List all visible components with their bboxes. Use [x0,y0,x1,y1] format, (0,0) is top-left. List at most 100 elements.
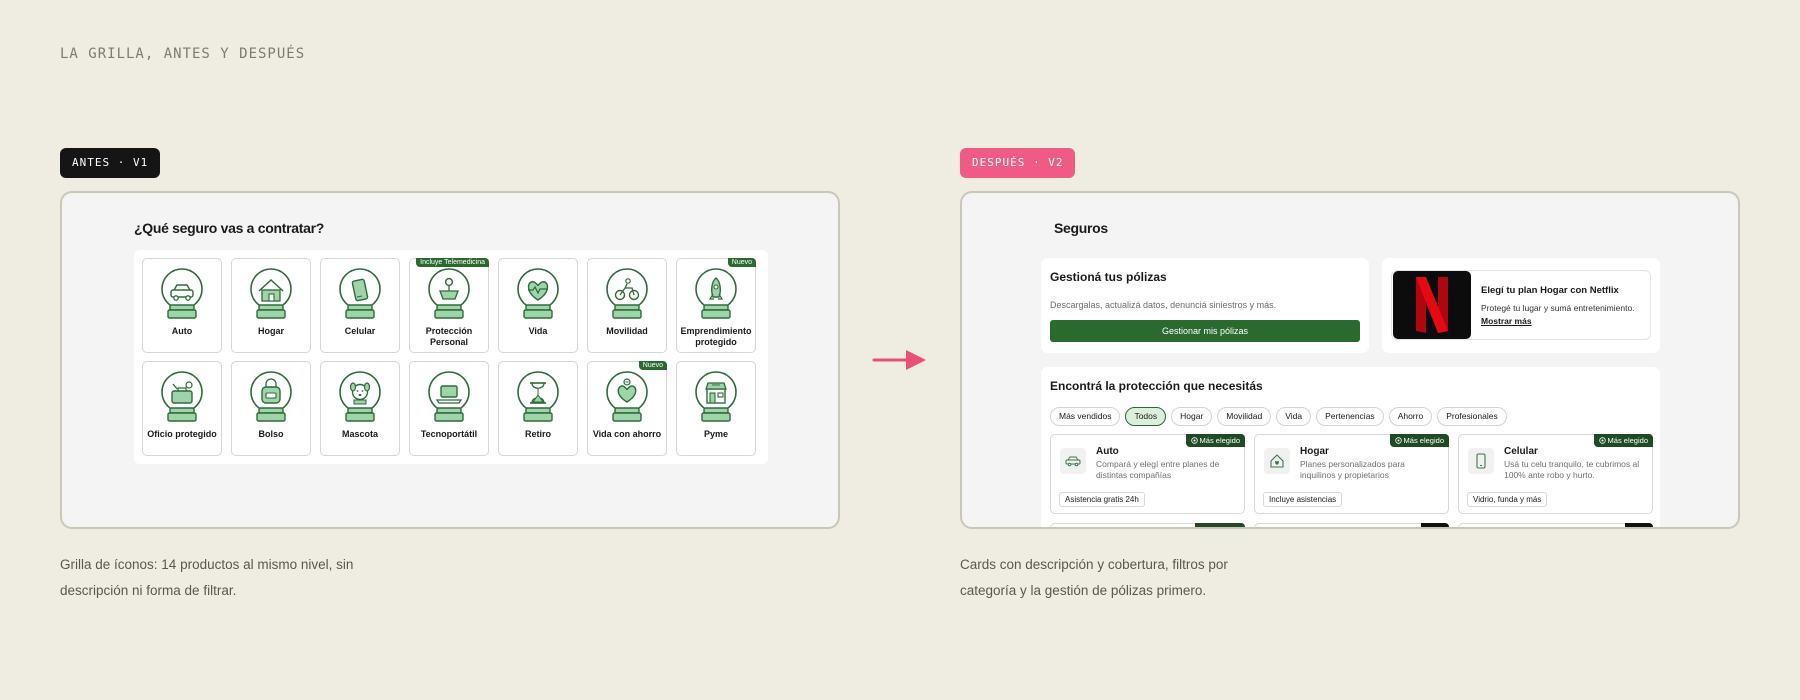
v1-product-card[interactable]: Protección Personal Incluye Telemedicina [409,258,489,353]
v1-product-card[interactable]: Oficio protegido [142,361,222,456]
after-caption-line-1: Cards con descripción y cobertura, filtr… [960,557,1228,572]
v1-product-card[interactable]: Vida [498,258,578,353]
filter-chip[interactable]: Todos [1125,407,1167,426]
house-heart-icon [1270,454,1284,468]
product-search-panel: Encontrá la protección que necesitás Más… [1041,367,1660,527]
most-chosen-badge: Más elegido [1389,434,1449,447]
filter-chip[interactable]: Vida [1276,407,1312,426]
v2-page-title: Seguros [1054,220,1108,236]
v1-product-card[interactable]: Auto [142,258,222,353]
coverage-tag: Vidrio, funda y más [1467,492,1548,507]
v1-product-grid: Auto Hogar Celular Protección Personal In… [134,250,768,464]
filter-chip[interactable]: Pertenencias [1316,407,1384,426]
v1-product-label: Celular [344,326,376,336]
netflix-logo [1393,271,1471,339]
filter-chip[interactable]: Movilidad [1217,407,1272,426]
policies-panel: Gestioná tus pólizas Descargalas, actual… [1041,258,1369,353]
product-cards: Más elegido Auto Compará y elegí entre p… [1050,434,1653,514]
product-cards-next-row [1050,523,1653,527]
coverage-tag: Incluye asistencias [1263,492,1343,507]
v1-product-label: Movilidad [606,326,648,336]
v1-product-badge: Incluye Telemedicina [416,258,489,267]
product-card-partial[interactable] [1254,523,1449,527]
v1-product-badge: Nuevo [727,258,756,267]
house-icon [250,268,292,319]
v1-product-label: Auto [171,326,193,336]
after-caption: Cards con descripción y cobertura, filtr… [960,552,1320,604]
bicycle-icon [606,268,648,319]
v1-product-card[interactable]: Hogar [231,258,311,353]
most-chosen-badge-label: Más elegido [1403,436,1444,445]
policies-title: Gestioná tus pólizas [1050,270,1167,284]
netflix-promo-panel: Elegí tu plan Hogar con Netflix Protegé … [1382,258,1660,353]
v1-product-label: Protección Personal [425,326,473,347]
product-card[interactable]: Más elegido Hogar Planes personalizados … [1254,434,1449,514]
most-chosen-badge: Más elegido [1185,434,1245,447]
hourglass-icon [517,371,559,422]
v1-product-label: Hogar [257,326,284,336]
product-name: Auto [1096,446,1119,457]
before-caption-line-1: Grilla de íconos: 14 productos al mismo … [60,557,354,572]
car-icon [161,268,203,319]
v1-product-card[interactable]: Pyme [676,361,756,456]
filter-chip[interactable]: Profesionales [1437,407,1507,426]
most-chosen-badge-label: Más elegido [1199,436,1240,445]
bag-icon [250,371,292,422]
before-screenshot-frame: ¿Qué seguro vas a contratar? Auto Hogar … [60,191,840,529]
heart-icon [517,268,559,319]
v1-product-card[interactable]: Tecnoportátil [409,361,489,456]
star-circle-icon [1190,437,1198,444]
v1-product-card[interactable]: Celular [320,258,400,353]
rocket-icon [695,268,737,319]
after-tag: DESPUÉS · V2 [960,148,1076,178]
product-icon-box [1060,448,1086,474]
star-circle-icon [1598,437,1606,444]
after-caption-line-2: categoría y la gestión de pólizas primer… [960,583,1207,598]
product-card[interactable]: Más elegido Celular Usá tu celu tranquil… [1458,434,1653,514]
v1-product-card[interactable]: Retiro [498,361,578,456]
filter-chip[interactable]: Ahorro [1388,407,1433,426]
phone-icon [1476,453,1486,469]
arrow-right-icon [872,350,926,370]
most-chosen-badge-label: Más elegido [1607,436,1648,445]
v1-page-title: ¿Qué seguro vas a contratar? [134,220,324,236]
product-description: Compará y elegí entre planes de distinta… [1096,459,1220,480]
v1-product-card[interactable]: Bolso [231,361,311,456]
product-description: Usá tu celu tranquilo, te cubrimos al 10… [1504,459,1640,480]
filter-chip[interactable]: Hogar [1171,407,1213,426]
product-icon-box [1468,448,1494,474]
laptop-icon [428,371,470,422]
promo-show-more-link[interactable]: Mostrar más [1481,316,1635,326]
product-description: Planes personalizados para inquilinos y … [1300,459,1405,480]
v1-product-label: Retiro [524,429,551,439]
pet-icon [339,371,381,422]
netflix-n-icon [1416,277,1448,333]
product-card-partial[interactable] [1458,523,1653,527]
person-icon [428,268,470,319]
v1-product-label: Bolso [258,429,284,439]
v1-product-card[interactable]: Mascota [320,361,400,456]
savings-heart-icon [606,371,648,422]
search-section-title: Encontrá la protección que necesitás [1050,379,1263,393]
filter-chip[interactable]: Más vendidos [1050,407,1121,426]
before-caption-line-2: descripción ni forma de filtrar. [60,583,237,598]
v1-product-badge: Nuevo [638,361,667,370]
v1-product-label: Pyme [703,429,729,439]
v1-product-label: Vida [528,326,548,336]
before-caption: Grilla de íconos: 14 productos al mismo … [60,552,420,604]
v1-product-card[interactable]: Emprendimiento protegido Nuevo [676,258,756,353]
before-tag: ANTES · V1 [60,148,161,178]
v1-product-label: Emprendimiento protegido [680,326,752,347]
product-icon-box [1264,448,1290,474]
phone-icon [339,268,381,319]
v1-product-label: Vida con ahorro [592,429,662,439]
netflix-promo-card[interactable]: Elegí tu plan Hogar con Netflix Protegé … [1391,270,1651,340]
product-name: Hogar [1300,446,1329,457]
v1-product-card[interactable]: Movilidad [587,258,667,353]
product-card[interactable]: Más elegido Auto Compará y elegí entre p… [1050,434,1245,514]
product-card-partial[interactable] [1050,523,1245,527]
v1-product-label: Tecnoportátil [420,429,478,439]
v1-product-card[interactable]: Vida con ahorro Nuevo [587,361,667,456]
v1-product-label: Oficio protegido [147,429,217,439]
manage-policies-button[interactable]: Gestionar mis pólizas [1050,320,1360,342]
